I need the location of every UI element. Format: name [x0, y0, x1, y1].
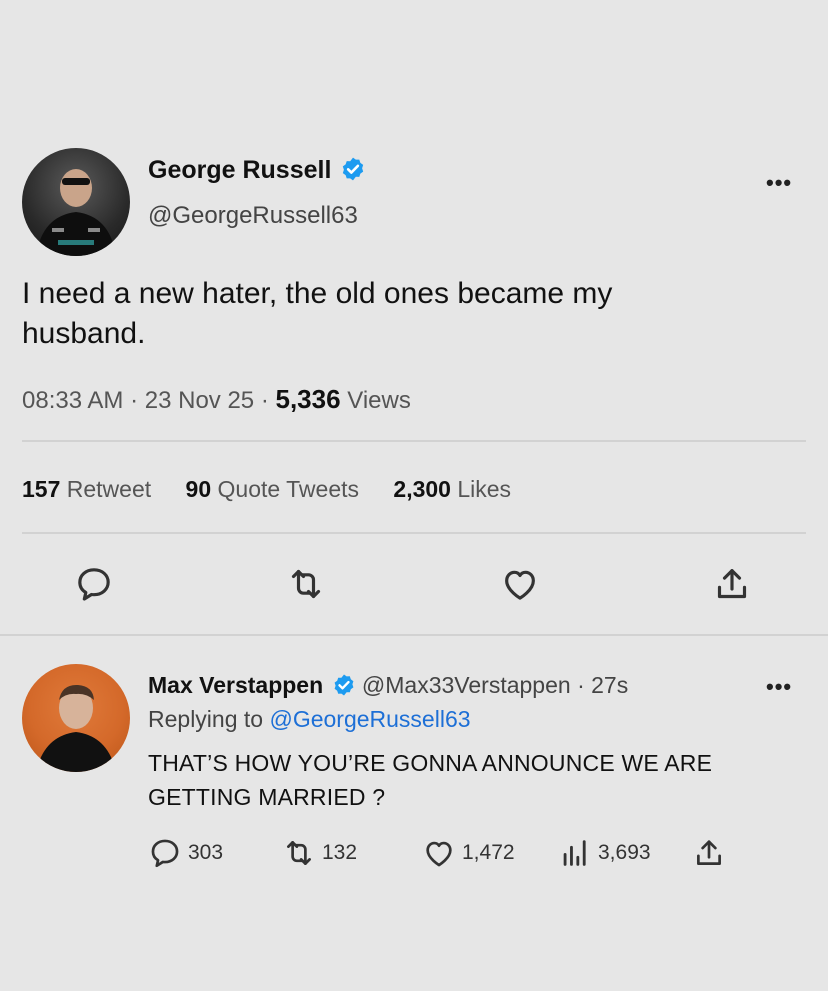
reply-text: THAT’S HOW YOU’RE GONNA ANNOUNCE WE ARE …: [148, 750, 713, 810]
tweet-meta: 08:33 AM · 23 Nov 25 · 5,336 Views: [22, 384, 411, 414]
avatar-max-verstappen[interactable]: [22, 664, 130, 772]
author-handle[interactable]: @GeorgeRussell63: [148, 202, 358, 230]
share-icon[interactable]: [712, 564, 752, 604]
reply-icon: [151, 839, 179, 868]
verified-icon: [332, 673, 356, 697]
reply-author-name[interactable]: Max Verstappen: [148, 672, 323, 698]
divider: [0, 634, 828, 636]
reply-age: 27s: [591, 672, 629, 698]
reply-retweet-action[interactable]: 132: [282, 836, 357, 870]
views-icon: [563, 840, 586, 866]
retweets-stat[interactable]: 157 Retweet: [22, 476, 151, 502]
reply-more-icon[interactable]: •••: [766, 674, 792, 700]
reply-author-line: Max Verstappen @Max33Verstappen · 27s: [148, 672, 629, 698]
tweet-date: 23 Nov 25: [144, 387, 255, 414]
divider: [22, 532, 806, 534]
reply-replies-count: 303: [188, 841, 224, 864]
tweet-text: I need a new hater, the old ones became …: [22, 277, 613, 350]
like-icon: [426, 841, 452, 867]
replying-to: Replying to @GeorgeRussell63: [148, 706, 471, 733]
reply-views-action[interactable]: 3,693: [558, 836, 651, 870]
retweet-icon: [287, 841, 311, 865]
author-name[interactable]: George Russell: [148, 156, 331, 184]
reply-share-icon[interactable]: [692, 836, 726, 875]
like-icon[interactable]: [500, 564, 540, 604]
author-line: George Russell: [148, 156, 366, 185]
views-count: 5,336: [275, 384, 341, 414]
reply-likes-count: 1,472: [462, 841, 515, 864]
avatar-george-russell[interactable]: [22, 148, 130, 256]
views-label: Views: [347, 387, 411, 414]
likes-stat[interactable]: 2,300 Likes: [393, 476, 511, 502]
tweet-time: 08:33 AM: [22, 387, 124, 414]
reply-retweets-count: 132: [322, 841, 358, 864]
verified-icon: [340, 156, 366, 182]
reply-like-action[interactable]: 1,472: [422, 836, 515, 870]
divider: [22, 440, 806, 442]
replying-to-handle[interactable]: @GeorgeRussell63: [269, 706, 470, 732]
replying-to-label: Replying to: [148, 706, 264, 732]
more-icon[interactable]: •••: [766, 170, 792, 196]
retweet-icon[interactable]: [286, 564, 326, 604]
reply-icon[interactable]: [74, 564, 114, 604]
reply-reply-action[interactable]: 303: [148, 836, 223, 870]
reply-author-handle[interactable]: @Max33Verstappen: [362, 672, 571, 698]
tweet-stats: 157 Retweet 90 Quote Tweets 2,300 Likes: [22, 476, 539, 503]
quotes-stat[interactable]: 90 Quote Tweets: [186, 476, 359, 502]
reply-views-count: 3,693: [598, 841, 651, 864]
